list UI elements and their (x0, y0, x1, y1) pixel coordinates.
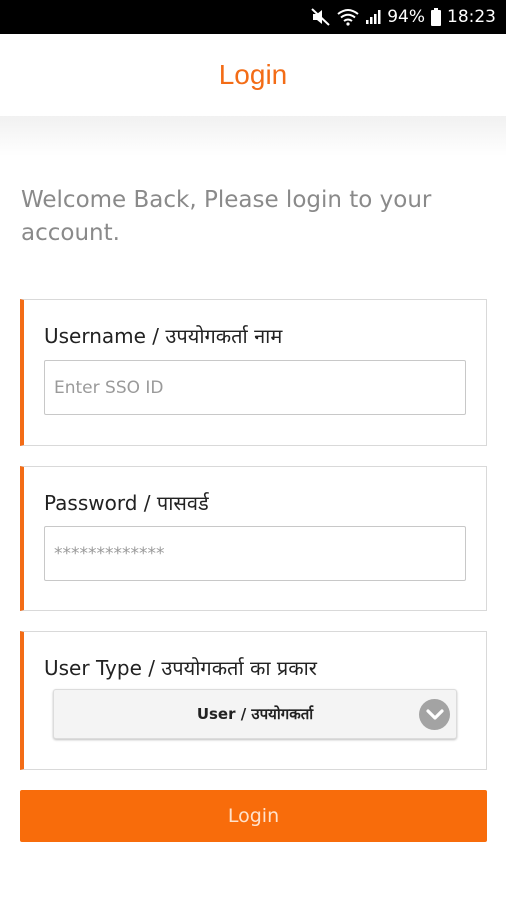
app-bar-shadow (0, 116, 506, 156)
username-label: Username / उपयोगकर्ता नाम (44, 324, 283, 348)
password-label: Password / पासवर्ड (44, 491, 209, 515)
user-type-select[interactable]: User / उपयोगकर्ता (53, 689, 457, 739)
welcome-message: Welcome Back, Please login to your accou… (21, 187, 432, 246)
page-title: Login (218, 59, 288, 90)
user-type-card: User Type / उपयोगकर्ता का प्रकार User / … (20, 631, 487, 770)
login-button[interactable]: Login (20, 790, 487, 842)
chevron-down-icon[interactable] (419, 699, 450, 730)
password-card: Password / पासवर्ड (20, 466, 487, 611)
user-type-label: User Type / उपयोगकर्ता का प्रकार (44, 656, 317, 680)
username-input[interactable] (44, 360, 466, 415)
clock: 18:23 (447, 7, 496, 27)
wifi-icon (337, 8, 359, 26)
username-card: Username / उपयोगकर्ता नाम (20, 299, 487, 446)
battery-icon (431, 8, 441, 26)
status-bar: 94% 18:23 (0, 0, 506, 34)
password-input[interactable] (44, 526, 466, 581)
mute-icon (311, 8, 331, 26)
user-type-selected-value: User / उपयोगकर्ता (196, 705, 314, 723)
signal-icon (365, 9, 381, 25)
battery-percent: 94% (387, 7, 425, 27)
app-bar: Login (0, 34, 506, 116)
